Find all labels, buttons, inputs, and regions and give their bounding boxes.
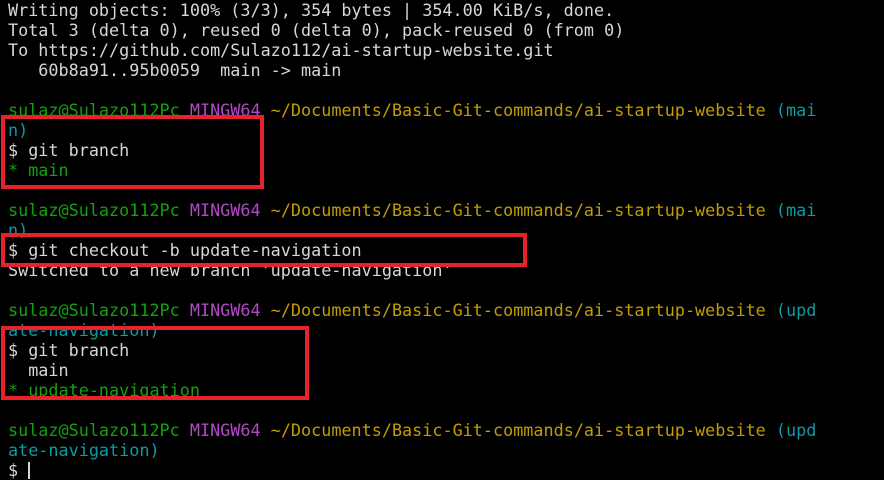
- prompt-branch: (mai: [775, 200, 817, 220]
- prompt-path: ~/Documents/Basic-Git-commands/ai-startu…: [270, 300, 766, 320]
- highlight-box-git-checkout: [1, 233, 527, 267]
- prompt-line: sulaz@Sulazo112Pc MINGW64 ~/Documents/Ba…: [8, 200, 816, 220]
- prompt-branch: (upd: [775, 420, 817, 440]
- prompt-path: ~/Documents/Basic-Git-commands/ai-startu…: [270, 100, 766, 120]
- highlight-box-git-branch-1: [1, 115, 264, 189]
- prompt-user-host: sulaz@Sulazo112Pc: [8, 300, 180, 320]
- highlight-box-git-branch-2: [1, 326, 309, 400]
- prompt-branch: (upd: [775, 300, 817, 320]
- prompt-symbol: $: [8, 460, 29, 480]
- prompt-branch: (mai: [775, 100, 817, 120]
- terminal-window[interactable]: Writing objects: 100% (3/3), 354 bytes |…: [0, 0, 884, 480]
- push-output-line: To https://github.com/Sulazo112/ai-start…: [8, 40, 554, 60]
- prompt-user-host: sulaz@Sulazo112Pc: [8, 200, 180, 220]
- prompt-env: MINGW64: [189, 200, 261, 220]
- prompt-path: ~/Documents/Basic-Git-commands/ai-startu…: [270, 420, 766, 440]
- text-cursor: [28, 462, 31, 479]
- prompt-branch-wrap: ate-navigation): [8, 440, 160, 460]
- prompt-line: sulaz@Sulazo112Pc MINGW64 ~/Documents/Ba…: [8, 300, 816, 320]
- push-output-line: 60b8a91..95b0059 main -> main: [8, 60, 342, 80]
- push-output-line: Total 3 (delta 0), reused 0 (delta 0), p…: [8, 20, 625, 40]
- prompt-env: MINGW64: [189, 420, 261, 440]
- prompt-user-host: sulaz@Sulazo112Pc: [8, 420, 180, 440]
- prompt-line: sulaz@Sulazo112Pc MINGW64 ~/Documents/Ba…: [8, 420, 816, 440]
- prompt-env: MINGW64: [189, 300, 261, 320]
- prompt-path: ~/Documents/Basic-Git-commands/ai-startu…: [270, 200, 766, 220]
- input-line[interactable]: $: [8, 460, 31, 480]
- push-output-line: Writing objects: 100% (3/3), 354 bytes |…: [8, 0, 615, 20]
